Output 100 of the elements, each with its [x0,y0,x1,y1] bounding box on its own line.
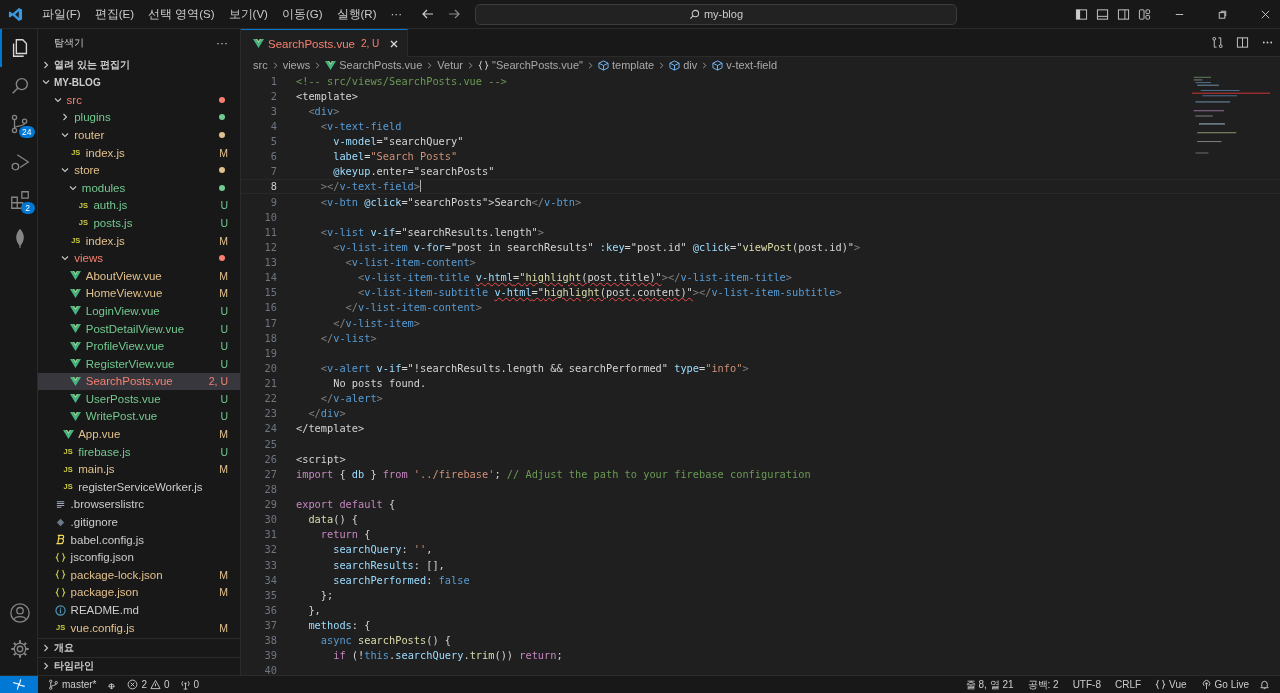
file-tree-item[interactable]: modules [38,178,240,197]
diamond-icon [55,516,67,528]
close-icon[interactable] [389,38,400,49]
split-layout-icon[interactable] [1117,7,1130,21]
branch-status[interactable]: master* [48,679,97,690]
compare-changes-icon[interactable] [1211,36,1224,49]
status-item[interactable]: 공백: 2 [1027,677,1059,692]
status-item[interactable]: Go Live [1200,679,1249,690]
status-item[interactable]: Vue [1155,679,1187,690]
menu-item[interactable]: 선택 영역(S) [141,6,222,22]
file-tree-item[interactable]: LoginView.vue U [38,302,240,320]
file-tree-item[interactable]: .browserslistrc [38,495,240,514]
editor-tab[interactable]: SearchPosts.vue 2, U [241,29,409,57]
file-tree-item[interactable]: PostDetailView.vue U [38,319,240,338]
branch-icon [48,679,59,690]
line-number: 35 [263,588,277,601]
file-name: UserPosts.vue [85,392,162,405]
breadcrumb-item[interactable]: views [282,59,311,71]
code-line: methods: { [307,619,371,632]
activity-bar-item[interactable]: 24 [0,105,38,143]
line-number: 12 [263,240,277,253]
file-tree-item[interactable]: babel.config.js [38,530,240,549]
code-line: <script> [296,452,346,465]
ports-status[interactable]: 0 [179,679,200,690]
line-number: 9 [269,195,277,208]
remote-button[interactable] [0,676,38,693]
file-tree-item[interactable]: package-lock.json M [38,566,240,584]
vue-icon [70,393,82,405]
chevron-icon [586,60,595,70]
file-name: package-lock.json [70,568,164,581]
file-tree-item[interactable]: AboutView.vue M [38,266,240,285]
command-center-search[interactable]: my-blog [475,3,957,25]
problems-status[interactable]: 2 0 [127,679,170,690]
code-line: </template> [296,422,365,435]
activity-bar-item[interactable]: 2 [0,181,38,219]
breadcrumb-item[interactable]: div [683,59,698,71]
file-name: App.vue [78,428,122,441]
line-number: 29 [263,498,277,511]
menu-item[interactable]: 편집(E) [87,6,142,22]
line-number: 3 [269,104,277,117]
section-header[interactable]: MY-BLOG [38,73,240,91]
sidebar-layout-icon[interactable] [1075,7,1088,21]
panel-layout-icon[interactable] [1096,7,1109,21]
file-tree-item[interactable]: SearchPosts.vue 2, U [38,372,240,391]
file-tree-item[interactable]: package.json M [38,583,240,602]
status-item[interactable]: 줄 8, 열 21 [965,677,1014,692]
menu-item[interactable]: 보기(V) [221,6,275,22]
file-tree-item[interactable]: store [38,161,240,179]
breadcrumb-item[interactable]: template [612,59,655,71]
breadcrumb-item[interactable]: Vetur [437,59,464,71]
section-header[interactable]: 열려 있는 편집기 [38,56,240,74]
file-tree-item[interactable]: RegisterView.vue U [38,354,240,373]
menu-item[interactable]: 파일(F) [35,6,88,22]
git-status-label: U [220,392,228,405]
file-tree-item[interactable]: jsconfig.json [38,548,240,567]
code-line: </v-list-item-content> [344,301,482,314]
more-actions-button[interactable]: ··· [216,35,228,50]
file-tree-item[interactable]: UserPosts.vue U [38,390,240,408]
breadcrumb-item[interactable]: src [253,59,268,71]
status-item[interactable]: CRLF [1115,679,1142,690]
vue-icon [62,428,74,440]
section-header[interactable]: 타임라인 [38,656,240,675]
file-tree-item[interactable]: src [38,91,240,109]
line-number: 24 [263,422,277,435]
code-line: v-model="searchQuery" [332,135,464,148]
file-tree-item[interactable]: App.vue M [38,425,240,443]
line-number: 4 [269,119,277,132]
line-number: 23 [263,407,277,420]
file-name: vue.config.js [70,621,136,634]
custom-layout-icon[interactable] [1138,7,1151,21]
status-item[interactable]: UTF-8 [1072,679,1101,690]
breadcrumb-item[interactable]: SearchPosts.vue [339,59,423,71]
back-arrow-icon[interactable] [421,7,435,21]
more-menu-button[interactable]: ··· [383,8,409,20]
braces-icon [55,586,67,598]
line-number: 22 [263,392,277,405]
git-status-label: M [219,287,228,300]
code-line: </div> [307,407,346,420]
settings-icon [8,638,31,660]
forward-arrow-icon[interactable] [447,7,461,21]
breadcrumb-item[interactable]: "SearchPosts.vue" [492,59,583,71]
git-status-label: M [219,428,228,441]
file-tree-item[interactable]: plugins [38,108,240,127]
bell-icon[interactable] [1259,679,1270,690]
menu-item[interactable]: 실행(R) [329,6,384,22]
breadcrumb-item[interactable]: v-text-field [726,59,777,71]
file-tree-item[interactable]: WritePost.vue U [38,407,240,426]
split-editor-icon[interactable] [1236,36,1249,49]
line-number: 30 [263,513,277,526]
section-header[interactable]: 개요 [38,638,240,657]
file-tree-item[interactable]: views [38,249,240,267]
file-tree-item[interactable]: README.md [38,601,240,619]
code-line: <!-- src/views/SearchPosts.vue --> [296,74,507,87]
file-tree-item[interactable]: .gitignore [38,513,240,531]
file-tree-item[interactable]: ProfileView.vue U [38,337,240,355]
file-tree-item[interactable]: HomeView.vue M [38,284,240,303]
menu-item[interactable]: 이동(G) [274,6,330,22]
file-tree-item[interactable]: router [38,126,240,144]
code-line: <v-alert v-if="!searchResults.length && searchPerformed" type="info"> [319,361,749,374]
file-name: views [74,252,104,265]
